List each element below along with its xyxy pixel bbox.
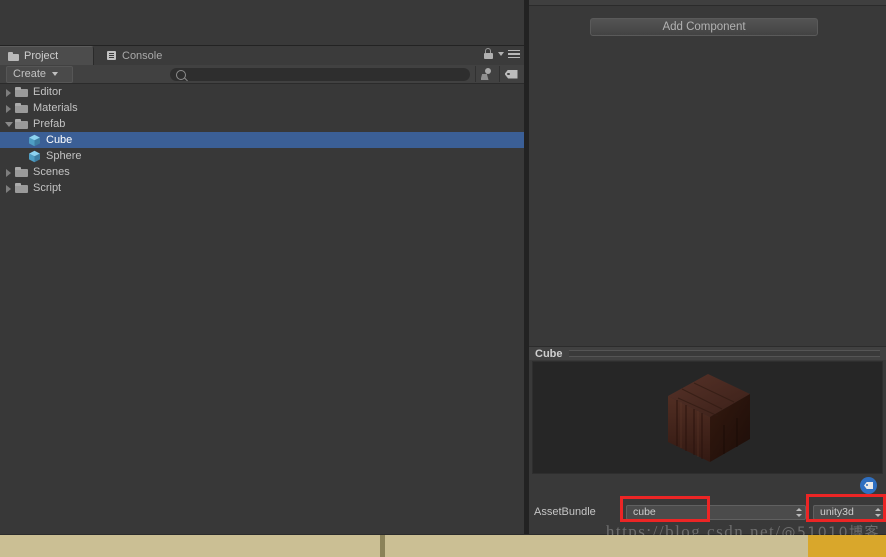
strip-segment-right [808,535,886,557]
folder-icon [15,183,28,194]
bottom-color-strip [0,535,886,557]
filter-by-type-button[interactable] [475,66,498,82]
label-icon[interactable] [860,477,877,494]
assetbundle-name-value: cube [633,506,656,518]
label-filter-icon [504,69,518,79]
search-input[interactable] [190,68,464,81]
tree-item-label: Scenes [33,166,70,178]
tree-row[interactable]: Script [0,180,524,196]
strip-segment-middle [385,535,808,557]
project-tabstrip: Project Console [0,46,524,65]
tree-row[interactable]: Editor [0,84,524,100]
tab-console[interactable]: Console [98,46,194,65]
chevron-updown-icon [795,507,802,518]
tab-console-label: Console [122,49,163,62]
assetbundle-label: AssetBundle [534,506,596,518]
prefab-cube-icon [28,134,41,147]
assetbundle-name-dropdown[interactable]: cube [626,504,806,520]
tree-item-label: Sphere [46,150,82,162]
inspector-top-edge [529,0,886,6]
chevron-right-icon[interactable] [4,86,15,98]
chevron-down-icon[interactable] [4,118,15,130]
add-component-button[interactable]: Add Component [590,18,818,36]
panel-controls [483,48,520,60]
console-icon [106,50,118,61]
preview-header[interactable]: Cube [529,346,886,360]
folder-icon [15,119,28,130]
search-field[interactable] [170,68,470,81]
folder-icon [15,87,28,98]
create-button-label: Create [13,68,47,80]
preview-title: Cube [535,347,563,360]
chevron-right-icon[interactable] [4,182,15,194]
project-panel: Project Console Create Editor Materials … [0,0,524,534]
wooden-crate-cube-icon [660,370,756,466]
hamburger-menu-icon[interactable] [508,49,520,59]
folder-icon [8,51,20,62]
lock-icon[interactable] [483,48,494,60]
add-component-label: Add Component [662,21,746,33]
prefab-sphere-icon [28,150,41,163]
assetbundle-variant-value: unity3d [820,506,854,518]
tree-item-label: Prefab [33,118,66,130]
strip-segment-left [0,535,380,557]
folder-icon [15,167,28,178]
create-button[interactable]: Create [6,65,74,83]
assetbundle-row: AssetBundle cube unity3d [529,502,886,522]
asset-preview-area[interactable] [532,361,883,474]
chevron-right-icon[interactable] [4,166,15,178]
tree-row[interactable]: Prefab [0,116,524,132]
tree-item-label: Script [33,182,62,194]
chevron-down-icon [52,72,59,76]
assetbundle-variant-dropdown[interactable]: unity3d [813,504,885,520]
tab-project-label: Project [24,50,59,62]
filter-by-label-button[interactable] [499,66,522,82]
tree-row-sphere[interactable]: Sphere [0,148,524,164]
folder-icon [15,103,28,114]
avatar-filter-icon [481,68,494,80]
inspector-empty-body [529,44,886,344]
search-icon [176,69,186,80]
tag-glyph [864,482,873,489]
chevron-right-icon[interactable] [4,102,15,114]
tree-item-label: Cube [46,134,73,146]
tree-row[interactable]: Scenes [0,164,524,180]
chevron-down-icon[interactable] [498,52,504,56]
tree-row-cube[interactable]: Cube [0,132,524,148]
tree-row[interactable]: Materials [0,100,524,116]
tree-item-label: Editor [33,86,62,98]
tree-item-label: Materials [33,102,78,114]
preview-drag-rail[interactable] [568,350,880,357]
scene-view-empty-area [0,0,524,46]
asset-tree: Editor Materials Prefab Cube Sphere Scen… [0,84,524,534]
inspector-panel: Add Component Cube AssetBundle cube unit… [529,0,886,534]
chevron-updown-icon [874,507,881,518]
tab-project[interactable]: Project [0,46,94,65]
unity-editor-window: Project Console Create Editor Materials … [0,0,886,557]
project-toolbar: Create [0,65,524,84]
